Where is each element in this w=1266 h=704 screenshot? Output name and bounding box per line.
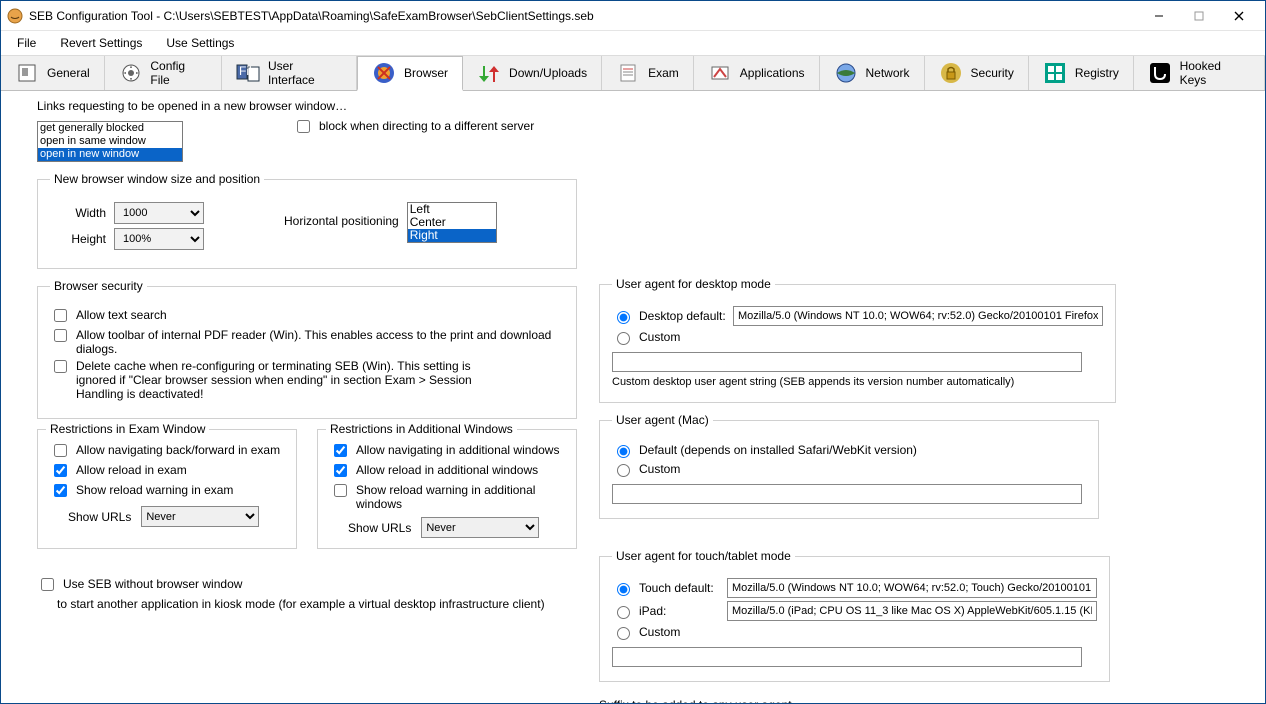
tab-network[interactable]: Network [820,56,925,90]
hpos-right[interactable]: Right [408,229,496,242]
ua-ipad-radio[interactable] [617,606,630,619]
links-label: Links requesting to be opened in a new b… [37,99,577,113]
tab-security[interactable]: Security [925,56,1029,90]
block-diff-server-label: block when directing to a different serv… [319,119,534,133]
restrict-additional-group: Restrictions in Additional Windows Allow… [317,429,577,549]
ua-mac-custom-field[interactable] [612,484,1082,504]
app-icon [7,8,23,24]
ua-touch-default-radio[interactable] [617,583,630,596]
ua-touch-custom-radio[interactable] [617,627,630,640]
exam-reload-warn-checkbox[interactable] [54,484,67,497]
tab-browser[interactable]: Browser [357,56,463,91]
restrict-exam-group: Restrictions in Exam Window Allow naviga… [37,429,297,549]
titlebar: SEB Configuration Tool - C:\Users\SEBTES… [1,1,1265,31]
height-label: Height [50,232,106,246]
tab-apps[interactable]: Applications [694,56,820,90]
minimize-button[interactable] [1139,5,1179,27]
allow-pdf-toolbar-checkbox[interactable] [54,329,67,342]
exam-show-urls-combo[interactable]: Never [141,506,259,527]
ua-touch-custom-field[interactable] [612,647,1082,667]
hpos-list[interactable]: Left Center Right [407,202,497,243]
browser-security-group: Browser security Allow text search Allow… [37,279,577,419]
tab-exam[interactable]: Exam [602,56,694,90]
hooked-icon [1148,61,1172,85]
general-icon [15,61,39,85]
allow-text-search-checkbox[interactable] [54,309,67,322]
new-window-group: New browser window size and position Wid… [37,172,577,269]
apps-icon [708,61,732,85]
block-diff-server-checkbox[interactable] [297,120,310,133]
maximize-button[interactable] [1179,5,1219,27]
menu-revert[interactable]: Revert Settings [50,34,152,52]
delete-cache-checkbox[interactable] [54,360,67,373]
width-label: Width [50,206,106,220]
svg-text:File: File [239,64,259,78]
tab-general[interactable]: General [1,56,105,90]
add-nav-checkbox[interactable] [334,444,347,457]
suffix-label: Suffix to be added to any user agent [599,698,1099,703]
ui-icon: File [236,61,260,85]
tab-ui[interactable]: File User Interface [222,56,357,90]
ua-desktop-custom-radio[interactable] [617,332,630,345]
exam-nav-back-checkbox[interactable] [54,444,67,457]
tab-hooked[interactable]: Hooked Keys [1134,56,1265,90]
hpos-label: Horizontal positioning [284,214,399,228]
tab-downup[interactable]: Down/Uploads [463,56,602,90]
menu-use[interactable]: Use Settings [156,34,244,52]
registry-icon [1043,61,1067,85]
no-browser-sub: to start another application in kiosk mo… [57,597,577,611]
ua-mac-custom-radio[interactable] [617,464,630,477]
window-title: SEB Configuration Tool - C:\Users\SEBTES… [29,9,1139,23]
ua-desktop-group: User agent for desktop mode Desktop defa… [599,277,1116,403]
network-icon [834,61,858,85]
toolbar: General Config File File User Interface … [1,55,1265,91]
link-opt-same[interactable]: open in same window [38,135,182,148]
no-browser-checkbox[interactable] [41,578,54,591]
ua-desktop-custom-field[interactable] [612,352,1082,372]
exam-reload-checkbox[interactable] [54,464,67,477]
downup-icon [477,61,501,85]
ua-touch-group: User agent for touch/tablet mode Touch d… [599,549,1110,682]
ua-ipad-value[interactable] [727,601,1097,621]
link-opt-blocked[interactable]: get generally blocked [38,122,182,135]
tab-registry[interactable]: Registry [1029,56,1134,90]
ua-touch-default-value[interactable] [727,578,1097,598]
menubar: File Revert Settings Use Settings [1,31,1265,55]
width-combo[interactable]: 1000 [114,202,204,224]
ua-mac-default-radio[interactable] [617,445,630,458]
ua-desktop-default-radio[interactable] [617,311,630,324]
link-opt-new[interactable]: open in new window [38,148,182,161]
ua-desktop-default-value[interactable] [733,306,1103,326]
height-combo[interactable]: 100% [114,228,204,250]
link-behavior-list[interactable]: get generally blocked open in same windo… [37,121,183,162]
add-reload-warn-checkbox[interactable] [334,484,347,497]
add-show-urls-combo[interactable]: Never [421,517,539,538]
exam-icon [616,61,640,85]
app-window: SEB Configuration Tool - C:\Users\SEBTES… [0,0,1266,704]
add-reload-checkbox[interactable] [334,464,347,477]
browser-icon [372,61,396,85]
menu-file[interactable]: File [7,34,46,52]
security-icon [939,61,963,85]
ua-mac-group: User agent (Mac) Default (depends on ins… [599,413,1099,519]
tab-configfile[interactable]: Config File [105,56,222,90]
configfile-icon [119,61,143,85]
close-button[interactable] [1219,5,1259,27]
